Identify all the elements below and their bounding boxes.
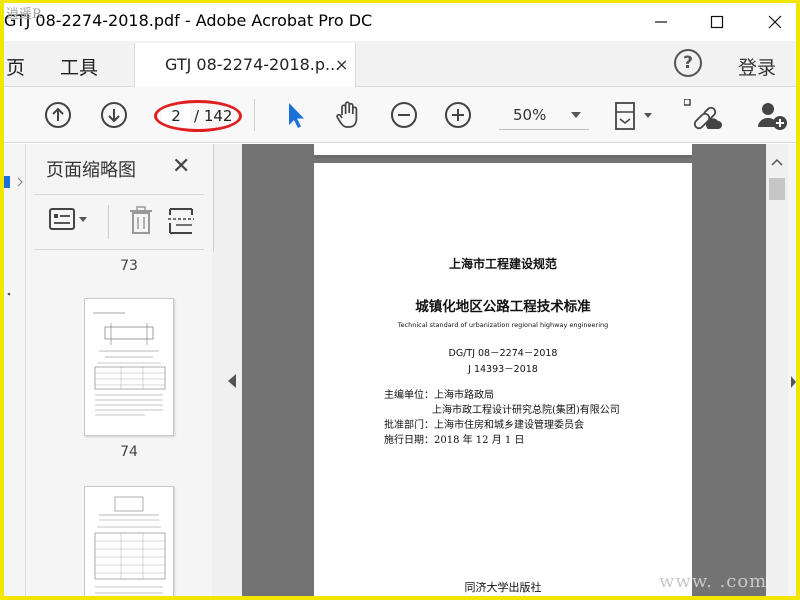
- document-scroll-thumb[interactable]: [769, 178, 785, 200]
- panel-title: 页面缩略图: [46, 160, 136, 181]
- zoom-out-icon: [391, 102, 417, 128]
- minimize-icon: [655, 21, 667, 23]
- thumbnail-page-73[interactable]: [84, 298, 174, 436]
- corner-logo: 逍遥R: [4, 3, 64, 27]
- maximize-icon: [710, 15, 724, 29]
- close-icon: [768, 15, 782, 29]
- pdf-page: 上海市工程建设规范 城镇化地区公路工程技术标准 Technical standa…: [314, 163, 692, 596]
- tab-document-label: GTJ 08-2274-2018.p...: [165, 55, 341, 74]
- document-scrollbar[interactable]: [766, 144, 788, 596]
- publisher: 同济大学出版社: [464, 581, 542, 594]
- hand-tool-button[interactable]: [332, 99, 364, 131]
- thumbnail-content-icon: [93, 312, 166, 416]
- logo-stamp-icon: 逍遥R: [6, 7, 43, 22]
- select-tool-button[interactable]: [280, 99, 312, 131]
- tab-tools[interactable]: 工具: [60, 53, 98, 80]
- zoom-out-button[interactable]: [388, 99, 420, 131]
- tab-home[interactable]: 页: [6, 53, 25, 80]
- close-window-button[interactable]: [752, 3, 796, 41]
- toolbar-divider: [254, 99, 255, 131]
- thumbnail-label-74: 74: [120, 444, 138, 460]
- previous-page-button[interactable]: [42, 99, 74, 131]
- tab-document[interactable]: GTJ 08-2274-2018.p... ×: [134, 43, 356, 87]
- arrow-down-circle-icon: [101, 102, 127, 128]
- scroll-up-icon[interactable]: [766, 152, 788, 172]
- share-link-button[interactable]: [683, 98, 722, 131]
- red-annotation-ellipse: [154, 100, 242, 132]
- thumbnail-page-74[interactable]: [84, 486, 174, 596]
- thumbnail-content-icon: [94, 496, 166, 594]
- app-window: GTJ 08-2274-2018.pdf - Adobe Acrobat Pro…: [0, 0, 800, 600]
- panel-close-icon[interactable]: ✕: [172, 154, 190, 179]
- thumbnail-list: 73 74: [26, 252, 194, 596]
- thumbnail-panel: 页面缩略图 ✕ 73 74: [26, 144, 232, 596]
- zoom-in-button[interactable]: [442, 99, 474, 131]
- standard-title-cn: 城镇化地区公路工程技术标准: [415, 299, 591, 315]
- watermark-text: www. .com: [659, 571, 768, 592]
- svg-text:逍遥R: 逍遥R: [6, 7, 43, 22]
- panel-toolbar: [34, 194, 204, 250]
- page-fit-button[interactable]: [612, 99, 652, 131]
- thumbnail-options-icon[interactable]: [48, 207, 92, 237]
- panel-tools-divider: [108, 205, 109, 239]
- zoom-in-icon: [445, 102, 471, 128]
- collapse-panel-icon[interactable]: [220, 366, 248, 396]
- previous-page-edge: [314, 144, 692, 158]
- standard-record-number: J 14393－2018: [468, 364, 538, 375]
- add-user-button[interactable]: [756, 99, 788, 131]
- expand-panel-icon[interactable]: [788, 372, 796, 392]
- effective-date: 施行日期：2018 年 12 月 1 日: [384, 435, 525, 446]
- pages-nav-icon[interactable]: [4, 164, 26, 224]
- tab-row: 页 工具 GTJ 08-2274-2018.p... × ? 登录: [4, 41, 796, 87]
- add-user-icon: [758, 103, 787, 130]
- chevron-down-icon: [571, 112, 581, 118]
- zoom-dropdown[interactable]: 50%: [499, 102, 589, 130]
- chief-editor-unit-2: 上海市政工程设计研究总院(集团)有限公司: [432, 405, 620, 416]
- thumbnail-label-73: 73: [120, 258, 138, 274]
- document-left-margin: [214, 144, 242, 596]
- hand-icon: [336, 101, 358, 128]
- standard-title-en: Technical standard of urbanization regio…: [397, 321, 609, 329]
- maximize-button[interactable]: [694, 3, 740, 41]
- page-split-icon[interactable]: [166, 205, 196, 237]
- help-button[interactable]: ?: [674, 49, 702, 77]
- approval-department: 批准部门：上海市住房和城乡建设管理委员会: [384, 420, 584, 431]
- nav-marker-icon: [7, 292, 11, 296]
- title-bar: GTJ 08-2274-2018.pdf - Adobe Acrobat Pro…: [4, 3, 796, 41]
- trash-icon[interactable]: [126, 205, 156, 237]
- standard-series: 上海市工程建设规范: [448, 257, 557, 271]
- main-toolbar: 2 / 142 50%: [4, 87, 796, 143]
- right-panel-strip: [788, 144, 796, 596]
- share-link-icon: [683, 98, 722, 130]
- login-button[interactable]: 登录: [738, 53, 776, 80]
- navigation-strip: [4, 144, 26, 596]
- standard-code: DG/TJ 08－2274－2018: [448, 348, 558, 359]
- chief-editor-unit: 主编单位：上海市路政局: [384, 390, 494, 401]
- tab-close-icon[interactable]: ×: [335, 55, 348, 74]
- document-viewport[interactable]: 上海市工程建设规范 城镇化地区公路工程技术标准 Technical standa…: [214, 144, 766, 596]
- select-cursor-icon: [289, 103, 304, 128]
- zoom-value: 50%: [513, 106, 547, 124]
- arrow-up-circle-icon: [45, 102, 71, 128]
- minimize-button[interactable]: [638, 3, 684, 41]
- next-page-button[interactable]: [98, 99, 130, 131]
- page-fit-icon: [615, 102, 652, 130]
